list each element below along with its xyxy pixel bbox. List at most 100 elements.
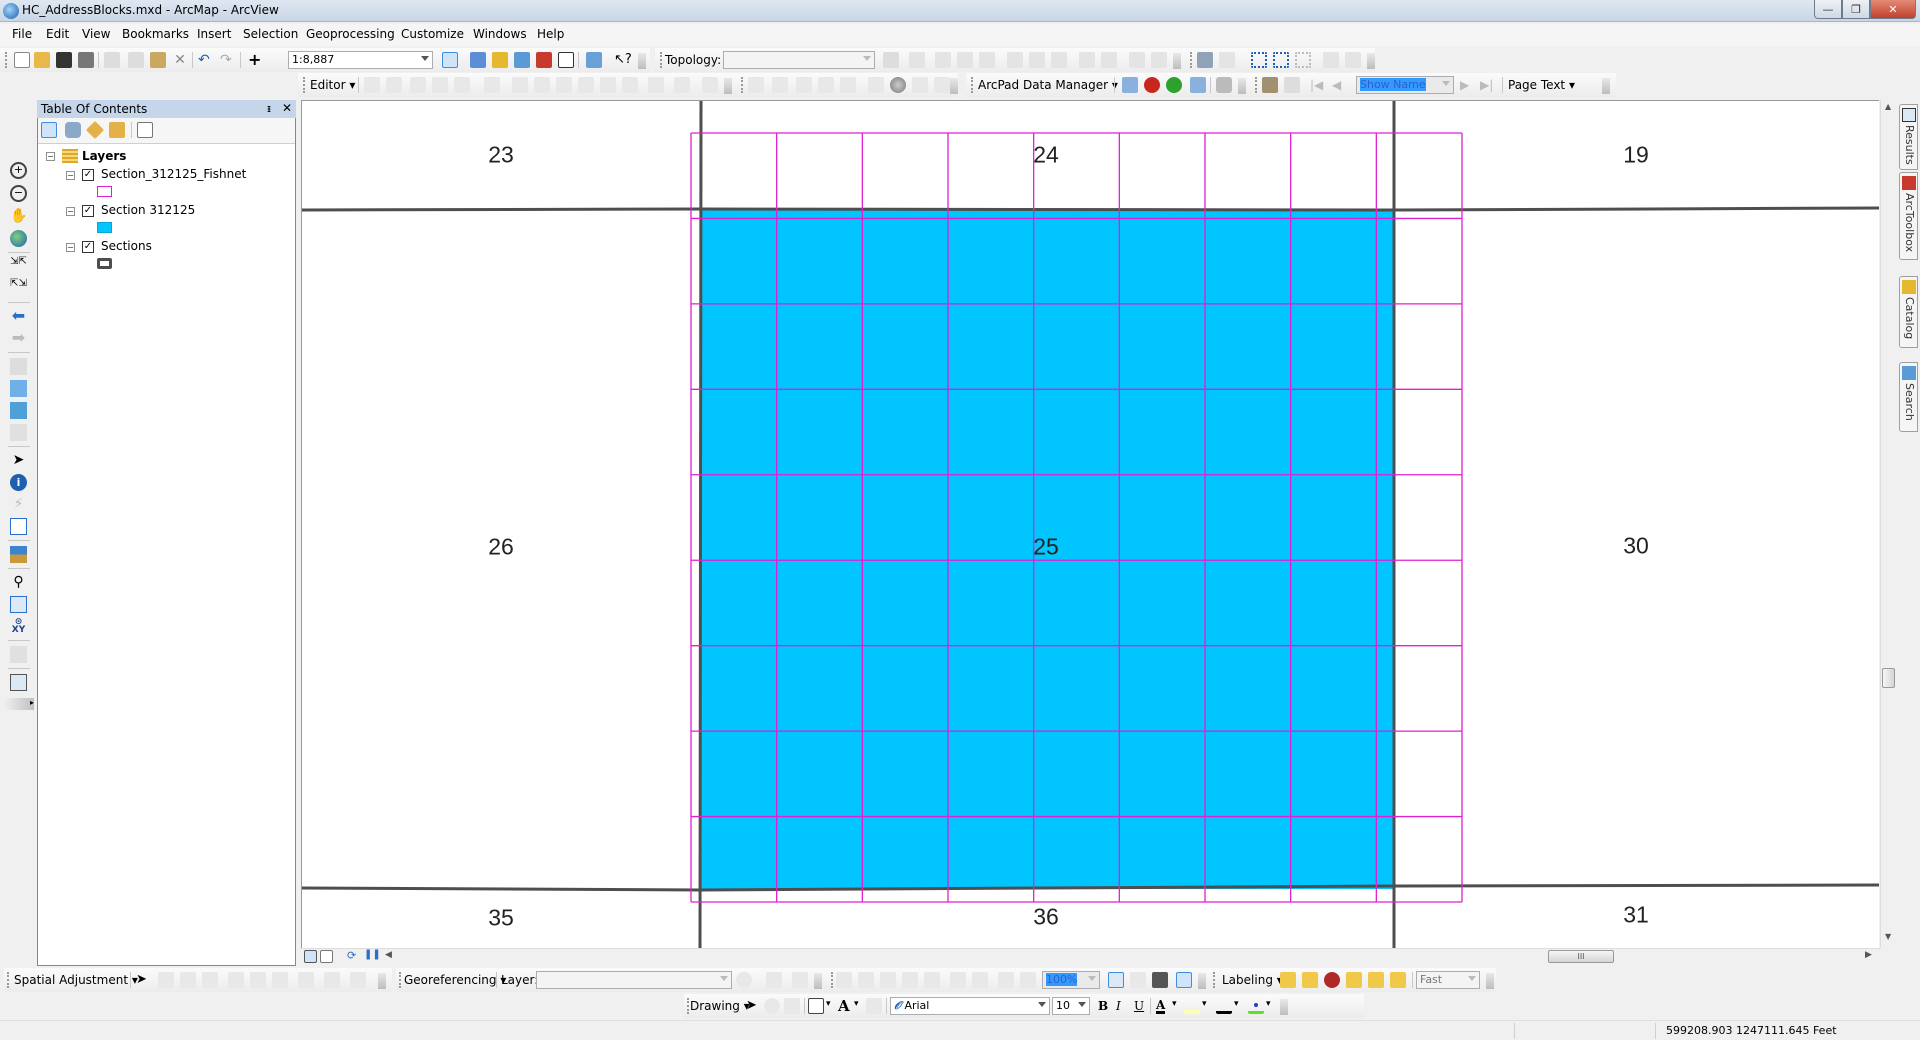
layout-zoom-in-icon[interactable] bbox=[836, 972, 852, 988]
attributes-icon[interactable] bbox=[648, 77, 664, 93]
arcpad-options-chevron[interactable] bbox=[1238, 78, 1246, 94]
menu-edit[interactable]: Edit bbox=[46, 27, 69, 41]
line-color-pen-icon[interactable] bbox=[1216, 998, 1232, 1014]
fillet-icon[interactable] bbox=[772, 77, 788, 93]
topology-combo[interactable] bbox=[723, 51, 875, 69]
minimize-button[interactable]: — bbox=[1814, 0, 1842, 19]
labeling-menu[interactable]: Labeling ▾ bbox=[1222, 973, 1283, 987]
add-control-points-icon[interactable] bbox=[766, 972, 782, 988]
menu-customize[interactable]: Customize bbox=[401, 27, 464, 41]
smooth-icon[interactable] bbox=[912, 77, 928, 93]
extend-icon[interactable] bbox=[796, 77, 812, 93]
identify-icon[interactable]: i bbox=[10, 474, 27, 491]
editor-menu[interactable]: Editor ▾ bbox=[310, 78, 355, 92]
generalize-sphere-icon[interactable] bbox=[890, 77, 906, 93]
edge-match-icon[interactable] bbox=[324, 972, 340, 988]
layout-view-button[interactable] bbox=[320, 950, 333, 963]
select-all-icon[interactable] bbox=[1323, 52, 1339, 68]
font-color-button[interactable]: A bbox=[1156, 999, 1166, 1014]
zoom-to-selected-icon[interactable] bbox=[1345, 52, 1361, 68]
font-size-combo[interactable]: 10 bbox=[1052, 997, 1090, 1015]
expander-fishnet[interactable]: − bbox=[66, 171, 75, 180]
toolbar-options-chevron[interactable] bbox=[638, 53, 646, 69]
dock-tab-results[interactable]: Results bbox=[1899, 104, 1918, 170]
map-horizontal-scroll-thumb[interactable]: III bbox=[1548, 950, 1614, 963]
sections-symbol-swatch[interactable] bbox=[97, 258, 112, 269]
toc-options-icon[interactable] bbox=[137, 122, 153, 138]
layout-back-icon[interactable] bbox=[998, 972, 1014, 988]
find-route-icon[interactable] bbox=[10, 596, 27, 613]
measure-icon[interactable] bbox=[10, 546, 27, 563]
expander-sections[interactable]: − bbox=[66, 243, 75, 252]
topology-options-chevron[interactable] bbox=[1173, 53, 1181, 69]
menu-help[interactable]: Help bbox=[537, 27, 564, 41]
rotate-tool-icon[interactable] bbox=[600, 77, 616, 93]
scroll-left-arrow[interactable]: ◀ bbox=[385, 950, 392, 960]
line-intersection-icon[interactable] bbox=[840, 77, 856, 93]
edit-vertices-icon[interactable] bbox=[512, 77, 528, 93]
toc-close-icon[interactable]: ✕ bbox=[282, 101, 292, 115]
fixed-zoom-out-icon[interactable]: ⇱⇲ bbox=[10, 279, 27, 297]
zoom-out-icon[interactable]: − bbox=[10, 185, 27, 202]
label-weight-icon[interactable] bbox=[1324, 972, 1340, 988]
checkbox-sections-visible[interactable]: ✓ bbox=[82, 241, 94, 253]
scale-tool-icon[interactable] bbox=[622, 77, 638, 93]
drawing-options-chevron[interactable] bbox=[1280, 999, 1288, 1015]
table-of-contents-icon[interactable] bbox=[470, 52, 486, 68]
map-vertical-scrollbar[interactable]: ▲ ▼ bbox=[1880, 100, 1897, 948]
dock-tab-arctoolbox[interactable]: ArcToolbox bbox=[1899, 172, 1918, 260]
text-tool-icon[interactable]: A bbox=[838, 998, 854, 1014]
list-by-source-icon[interactable] bbox=[65, 122, 81, 138]
attribute-transfer-icon[interactable] bbox=[350, 972, 366, 988]
clear-selection-icon[interactable] bbox=[1295, 52, 1311, 68]
toc-layer-sections[interactable]: Sections bbox=[101, 239, 152, 253]
trim-icon[interactable] bbox=[818, 77, 834, 93]
menu-bookmarks[interactable]: Bookmarks bbox=[122, 27, 189, 41]
find-binoculars-icon[interactable]: ⚲ bbox=[10, 574, 27, 591]
save-icon[interactable] bbox=[56, 52, 72, 68]
select-by-rectangle-icon[interactable] bbox=[1251, 52, 1267, 68]
layout-pan-icon[interactable] bbox=[880, 972, 896, 988]
map-horizontal-scrollbar[interactable]: ⟳ ❚❚ ◀ ▶ bbox=[301, 948, 1880, 965]
open-icon[interactable] bbox=[34, 52, 50, 68]
first-page-icon[interactable]: |◀ bbox=[1310, 77, 1326, 93]
construct-polygons-icon[interactable] bbox=[979, 52, 995, 68]
section-symbol-swatch[interactable] bbox=[97, 222, 112, 233]
print-icon[interactable] bbox=[78, 52, 94, 68]
refresh-pages-icon[interactable] bbox=[1284, 77, 1300, 93]
dock-tab-catalog[interactable]: Catalog bbox=[1899, 276, 1918, 348]
select-elements-icon[interactable]: ➤ bbox=[136, 972, 152, 988]
get-data-for-arcpad-icon[interactable] bbox=[1122, 77, 1138, 93]
arcpad-device-icon[interactable] bbox=[1216, 77, 1232, 93]
font-name-combo[interactable]: 𝒪 Arial bbox=[890, 997, 1050, 1015]
add-data-icon[interactable]: + bbox=[248, 52, 264, 68]
checkbox-section-visible[interactable]: ✓ bbox=[82, 205, 94, 217]
spatial-adjustment-options-chevron[interactable] bbox=[378, 973, 386, 989]
cut-icon[interactable] bbox=[104, 52, 120, 68]
paste-icon[interactable] bbox=[150, 52, 166, 68]
label-priority-icon[interactable] bbox=[1302, 972, 1318, 988]
last-page-icon[interactable]: ▶| bbox=[1480, 77, 1496, 93]
topology-edit-icon[interactable] bbox=[909, 52, 925, 68]
validate-extent-icon[interactable] bbox=[1101, 52, 1117, 68]
copy-icon[interactable] bbox=[128, 52, 144, 68]
create-features-icon[interactable] bbox=[702, 77, 718, 93]
focus-data-frame-icon[interactable] bbox=[1130, 972, 1146, 988]
marker-color-dropdown[interactable]: ▾ bbox=[1266, 999, 1271, 1009]
fishnet-symbol-swatch[interactable] bbox=[97, 186, 112, 197]
map-view[interactable]: 23 24 19 26 25 30 35 36 31 bbox=[301, 100, 1879, 948]
error-inspector-icon[interactable] bbox=[1151, 52, 1167, 68]
view-link-table-icon[interactable] bbox=[298, 972, 314, 988]
selection-tool-settings-icon[interactable] bbox=[1197, 52, 1213, 68]
zoom-to-elements-icon[interactable] bbox=[784, 998, 800, 1014]
pan-hand-icon[interactable]: ✋ bbox=[10, 208, 27, 225]
arcpad-data-manager-menu[interactable]: ArcPad Data Manager ▾ bbox=[978, 78, 1118, 92]
page-options-chevron[interactable] bbox=[1602, 78, 1610, 94]
reshape-icon[interactable] bbox=[534, 77, 550, 93]
fixed-zoom-in-icon[interactable]: ⇲⇱ bbox=[10, 257, 27, 275]
whats-this-icon[interactable]: ↖? bbox=[614, 52, 632, 68]
generalize-icon[interactable] bbox=[1051, 52, 1067, 68]
data-driven-pages-setup-icon[interactable] bbox=[1262, 77, 1278, 93]
menu-view[interactable]: View bbox=[82, 27, 110, 41]
pause-drawing-icon[interactable]: ❚❚ bbox=[364, 949, 381, 962]
